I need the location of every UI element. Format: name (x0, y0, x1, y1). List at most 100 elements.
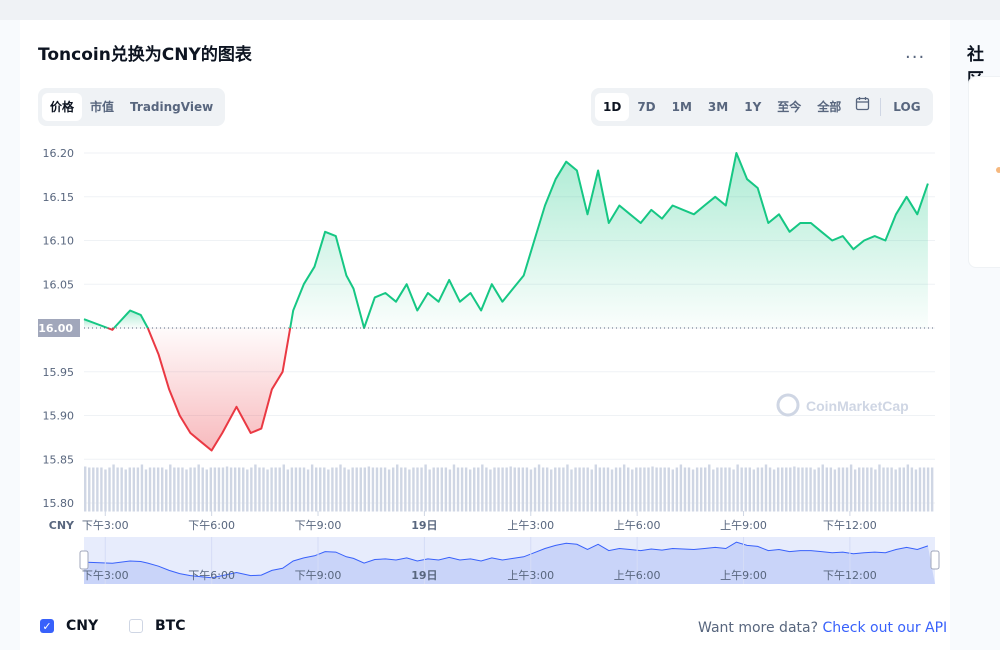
volume-bar (545, 467, 549, 512)
y-tick-label: 15.90 (43, 410, 75, 423)
volume-bar (379, 467, 383, 512)
volume-bar (841, 467, 845, 512)
y-tick-label: 16.20 (43, 147, 75, 160)
volume-bar (716, 467, 719, 512)
volume-bar (501, 467, 504, 512)
volume-bar (781, 467, 784, 512)
navigator-tick-label: 下午9:00 (295, 569, 342, 582)
volume-bar (400, 467, 403, 512)
volume-bar (156, 467, 160, 512)
volume-bar (165, 469, 168, 512)
volume-bar (566, 464, 569, 512)
volume-bar (302, 467, 306, 512)
y-tick-label: 16.15 (43, 191, 75, 204)
volume-bar (898, 467, 901, 512)
volume-bar (667, 467, 670, 512)
x-tick-label: 下午9:00 (295, 519, 342, 532)
volume-bar (699, 467, 703, 512)
volume-bar (375, 467, 379, 512)
navigator-right-handle[interactable] (930, 550, 940, 570)
sidebar-card (968, 76, 1000, 268)
volume-bar (517, 467, 521, 512)
volume-bar (387, 469, 391, 512)
price-chart[interactable]: 16.00 16.20 16.15 16.10 16.05 15.95 15.90 15.8… (0, 0, 1000, 650)
volume-bar (104, 469, 107, 512)
volume-bar (529, 469, 533, 512)
navigator[interactable]: 下午3:00 下午6:00 下午9:00 19日 上午3:00 上午6:00 上午9:00 下… (79, 537, 940, 584)
volume-bar (298, 467, 302, 512)
volume-bar (736, 464, 739, 512)
volume-bar (416, 467, 419, 512)
volume-bar (614, 467, 618, 512)
volume-bar (242, 467, 245, 512)
volume-bar (618, 467, 622, 512)
volume-bar (116, 467, 119, 512)
volume-bar (671, 469, 674, 512)
navigator-tick-label: 下午3:00 (82, 569, 129, 582)
volume-bar (489, 469, 492, 512)
volume-bar (262, 467, 265, 512)
volume-bar (173, 467, 176, 512)
volume-bar (371, 467, 375, 512)
volume-bar (817, 467, 820, 512)
volume-bar (383, 467, 387, 512)
volume-bar (351, 467, 354, 512)
volume-bar (918, 467, 922, 512)
volume-bar (250, 467, 253, 512)
x-tick-label: 上午6:00 (614, 519, 661, 532)
volume-bar (323, 467, 326, 512)
volume-bar (424, 464, 427, 512)
x-tick-label: 下午12:00 (823, 519, 877, 532)
coinmarketcap-logo-icon (776, 393, 800, 417)
volume-bar (610, 469, 614, 512)
volume-bar (270, 467, 273, 512)
volume-bar (306, 469, 310, 512)
volume-bar (521, 467, 525, 512)
volume-bar (914, 469, 918, 512)
volume-bar (92, 467, 95, 512)
volume-bar (246, 469, 249, 512)
volume-bar (525, 467, 529, 512)
watermark: CoinMarketCap (776, 393, 909, 417)
volume-bar (582, 467, 585, 512)
volume-bar (314, 467, 318, 512)
x-tick-label: 上午3:00 (507, 519, 554, 532)
volume-bar (930, 467, 934, 512)
volume-bar (764, 464, 768, 512)
volume-bar (647, 467, 650, 512)
volume-bar (922, 467, 926, 512)
volume-bar (704, 467, 707, 512)
volume-bar (221, 467, 225, 512)
volume-bar (533, 467, 537, 512)
volume-bar (590, 469, 593, 512)
volume-bar (720, 467, 723, 512)
y-tick-label: 15.95 (43, 366, 75, 379)
volume-bar (675, 467, 679, 512)
volume-bar (355, 467, 358, 512)
volume-bar (712, 469, 715, 512)
volume-bar (825, 467, 828, 512)
volume-bar (189, 467, 192, 512)
volume-bar (874, 469, 877, 512)
navigator-tick-label: 下午6:00 (188, 569, 235, 582)
volume-bar (185, 469, 188, 512)
volume-bar (756, 467, 760, 512)
volume-bar (363, 467, 367, 512)
volume-bar (659, 467, 662, 512)
volume-bar (181, 467, 184, 512)
volume-bar (254, 464, 257, 512)
volume-bar (627, 467, 630, 512)
volume-bar (112, 464, 115, 512)
volume-bar (448, 469, 452, 512)
volume-bar (862, 467, 865, 512)
volume-bar (339, 464, 342, 512)
volume-bar (343, 467, 346, 512)
volume-bar (404, 467, 407, 512)
volume-bar (420, 467, 423, 512)
volume-bar (229, 467, 233, 512)
watermark-text: CoinMarketCap (806, 398, 909, 414)
volume-bar (594, 464, 597, 512)
volume-bar (679, 464, 683, 512)
navigator-left-handle[interactable] (79, 550, 89, 570)
volume-bar (274, 467, 277, 512)
